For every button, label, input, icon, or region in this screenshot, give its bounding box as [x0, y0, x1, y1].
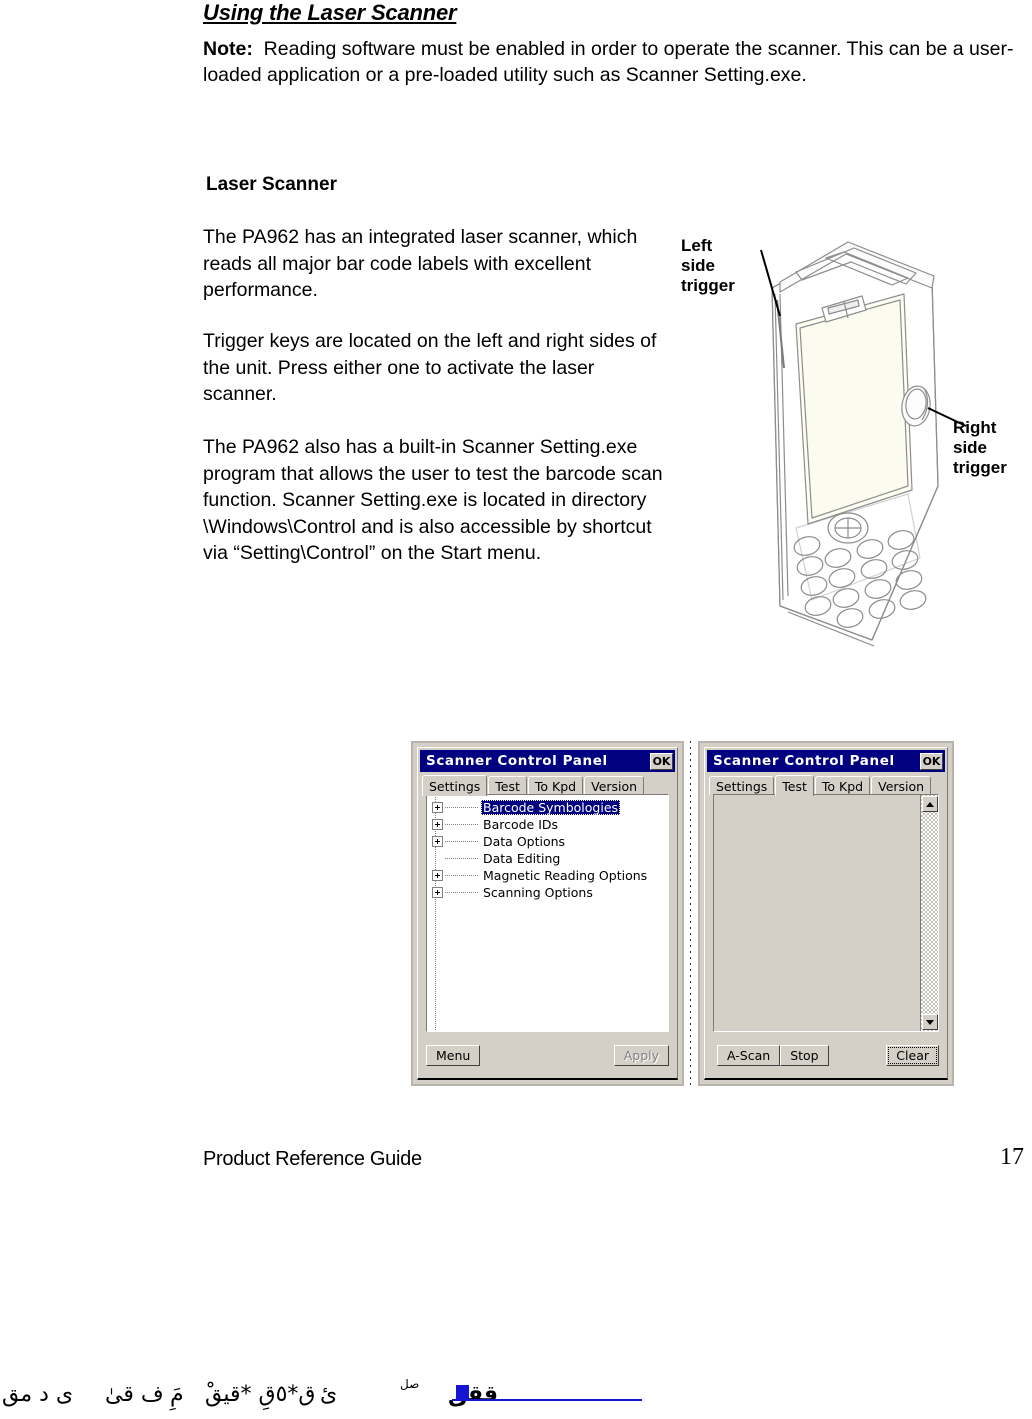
tree-connector-line: [445, 824, 479, 825]
device-illustration: Left side trigger Right side trigger: [676, 228, 1026, 678]
screenshot-settings-panel: Scanner Control Panel OK Settings Test T…: [411, 741, 684, 1086]
tree-item-label[interactable]: Scanning Options: [481, 885, 595, 900]
tree-item-data-editing[interactable]: Data Editing: [429, 850, 668, 867]
clear-button[interactable]: Clear: [886, 1044, 939, 1066]
tree-item-magnetic-reading-options[interactable]: Magnetic Reading Options: [429, 867, 668, 884]
tab-version-b[interactable]: Version: [871, 776, 932, 795]
titlebar-b: Scanner Control Panel OK: [707, 750, 945, 772]
tree-leaf-spacer-icon: [432, 853, 443, 864]
stop-button[interactable]: Stop: [780, 1044, 829, 1066]
ok-button-a[interactable]: OK: [650, 752, 673, 770]
triangle-down-glyph: [926, 1019, 934, 1025]
footer-page-number: 17: [1000, 1144, 1024, 1170]
leader-line-left: [760, 249, 781, 317]
a-scan-button[interactable]: A-Scan: [717, 1044, 781, 1066]
tree-root: Barcode Symbologies Barcode IDs Data Opt…: [427, 795, 668, 1031]
window-title-a: Scanner Control Panel: [426, 753, 608, 769]
window-frame-a: Scanner Control Panel OK Settings Test T…: [417, 747, 678, 1080]
footer-title: Product Reference Guide: [203, 1148, 422, 1170]
settings-tree-view[interactable]: Barcode Symbologies Barcode IDs Data Opt…: [426, 794, 669, 1032]
tab-to-kpd-b[interactable]: To Kpd: [814, 776, 871, 795]
body-paragraph-3: The PA962 also has a built-in Scanner Se…: [203, 436, 663, 564]
tabstrip-b: Settings Test To Kpd Version: [709, 774, 943, 796]
buttonbar-a: Menu Apply: [426, 1044, 669, 1066]
window-frame-b: Scanner Control Panel OK Settings Test T…: [704, 747, 948, 1080]
body-paragraph-2: Trigger keys are located on the left and…: [203, 330, 657, 405]
tab-settings-a[interactable]: Settings: [422, 775, 488, 796]
tree-connector-line: [445, 875, 479, 876]
bottom-artifact-band: ى د مق ف قیٰ مَِ ْق*٥قِ *قیق ئ صل ققق: [0, 1372, 1032, 1419]
ok-button-b[interactable]: OK: [920, 752, 943, 770]
vertical-scrollbar[interactable]: [920, 795, 938, 1031]
hyperlink-underline[interactable]: [452, 1399, 642, 1401]
note-label: Note:: [203, 38, 253, 60]
scroll-up-arrow-icon[interactable]: [922, 796, 938, 812]
scroll-down-arrow-icon[interactable]: [922, 1014, 938, 1030]
tree-item-label[interactable]: Barcode Symbologies: [481, 800, 621, 815]
tree-item-barcode-ids[interactable]: Barcode IDs: [429, 816, 668, 833]
screenshot-divider: [690, 741, 691, 1086]
tabstrip-a: Settings Test To Kpd Version: [422, 774, 673, 796]
artifact-glyph-4: ْق*٥قِ *قیق: [205, 1382, 316, 1407]
titlebar-a: Scanner Control Panel OK: [420, 750, 675, 772]
apply-button[interactable]: Apply: [613, 1044, 669, 1066]
callout-left-side-trigger: Left side trigger: [681, 236, 735, 295]
tab-settings-b[interactable]: Settings: [709, 776, 775, 795]
note-paragraph: Note: Reading software must be enabled i…: [203, 36, 1021, 88]
section-subtitle: Laser Scanner: [206, 174, 337, 195]
artifact-glyph-5: ئ: [320, 1382, 338, 1407]
tree-connector-line: [445, 841, 479, 842]
expand-plus-icon[interactable]: [432, 802, 443, 813]
window-title-b: Scanner Control Panel: [713, 753, 895, 769]
tab-version-a[interactable]: Version: [584, 776, 645, 795]
artifact-glyph-3: مَِ: [170, 1382, 184, 1407]
tree-item-data-options[interactable]: Data Options: [429, 833, 668, 850]
screenshot-test-panel: Scanner Control Panel OK Settings Test T…: [698, 741, 954, 1086]
tree-item-barcode-symbologies[interactable]: Barcode Symbologies: [429, 799, 668, 816]
test-output-area[interactable]: [713, 794, 939, 1032]
page-title: Using the Laser Scanner: [203, 0, 457, 25]
expand-plus-icon[interactable]: [432, 870, 443, 881]
tree-item-scanning-options[interactable]: Scanning Options: [429, 884, 668, 901]
tree-item-label[interactable]: Barcode IDs: [481, 817, 560, 832]
body-paragraph-1: The PA962 has an integrated laser scanne…: [203, 226, 638, 301]
artifact-glyph-6: صل: [400, 1377, 420, 1391]
triangle-up-glyph: [926, 801, 934, 807]
expand-plus-icon[interactable]: [432, 887, 443, 898]
tree-connector-line: [445, 858, 479, 859]
link-highlight-marker: [456, 1385, 469, 1399]
tab-test-b[interactable]: Test: [775, 775, 814, 796]
expand-plus-icon[interactable]: [432, 836, 443, 847]
artifact-glyph-1: ى د مق: [2, 1382, 74, 1407]
artifact-glyph-2: ف قیٰ: [105, 1382, 164, 1407]
menu-button[interactable]: Menu: [426, 1044, 481, 1066]
tree-item-label[interactable]: Magnetic Reading Options: [481, 868, 649, 883]
expand-plus-icon[interactable]: [432, 819, 443, 830]
tree-item-label[interactable]: Data Editing: [481, 851, 562, 866]
buttonbar-b: A-Scan Stop Clear: [713, 1044, 939, 1066]
tree-item-label[interactable]: Data Options: [481, 834, 567, 849]
tree-connector-line: [445, 892, 479, 893]
tab-test-a[interactable]: Test: [488, 776, 527, 795]
note-body: Reading software must be enabled in orde…: [203, 38, 1014, 86]
tree-connector-line: [445, 807, 479, 808]
callout-right-side-trigger: Right side trigger: [953, 418, 1007, 477]
tab-to-kpd-a[interactable]: To Kpd: [527, 776, 584, 795]
document-page: Using the Laser Scanner Note: Reading so…: [0, 0, 1032, 1419]
